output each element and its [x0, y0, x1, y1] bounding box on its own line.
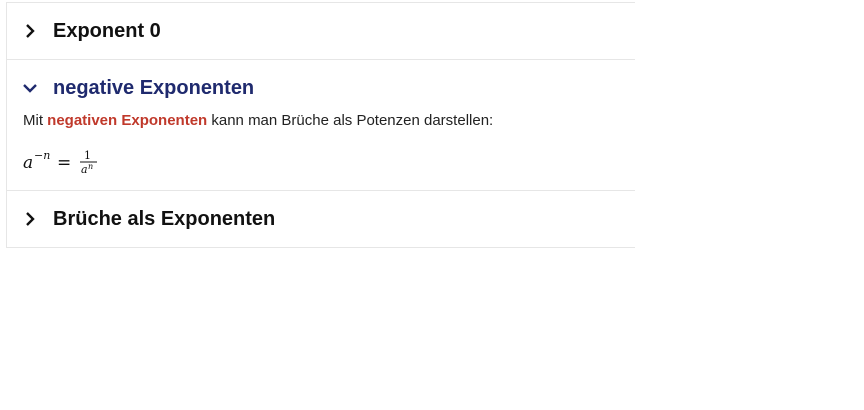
formula-base: a — [23, 153, 33, 173]
chevron-right-icon — [23, 24, 37, 38]
formula-denominator-exponent: n — [88, 162, 93, 171]
formula: a −n = 1 a n — [23, 144, 619, 176]
accordion-title: Brüche als Exponenten — [53, 207, 276, 230]
formula-equals: = — [57, 153, 71, 173]
formula-denominator-base: a — [81, 163, 88, 176]
text-prefix: Mit — [23, 112, 48, 129]
accordion: Exponent 0 negative Exponenten Mit negat… — [6, 2, 635, 248]
panel-text: Mit negativen Exponenten kann man Brüche… — [23, 110, 619, 132]
accordion-title: negative Exponenten — [53, 76, 255, 99]
accordion-item-brueche-als-exponenten: Brüche als Exponenten — [7, 191, 635, 248]
highlight-term: negativen Exponenten — [47, 112, 208, 129]
accordion-title: Exponent 0 — [53, 19, 161, 42]
chevron-down-icon — [23, 81, 37, 95]
chevron-right-icon — [23, 212, 37, 226]
accordion-item-negative-exponenten: negative Exponenten Mit negativen Expone… — [7, 60, 635, 191]
text-suffix: kann man Brüche als Potenzen darstellen: — [207, 112, 494, 129]
accordion-item-exponent-0: Exponent 0 — [7, 3, 635, 60]
accordion-header-brueche-als-exponenten[interactable]: Brüche als Exponenten — [7, 191, 635, 247]
accordion-header-negative-exponenten[interactable]: negative Exponenten — [7, 60, 635, 116]
accordion-header-exponent-0[interactable]: Exponent 0 — [7, 3, 635, 59]
formula-exponent: −n — [34, 149, 50, 162]
accordion-panel: Mit negativen Exponenten kann man Brüche… — [7, 110, 635, 190]
formula-numerator: 1 — [84, 149, 91, 162]
formula-svg: a −n = 1 a n — [23, 149, 97, 176]
